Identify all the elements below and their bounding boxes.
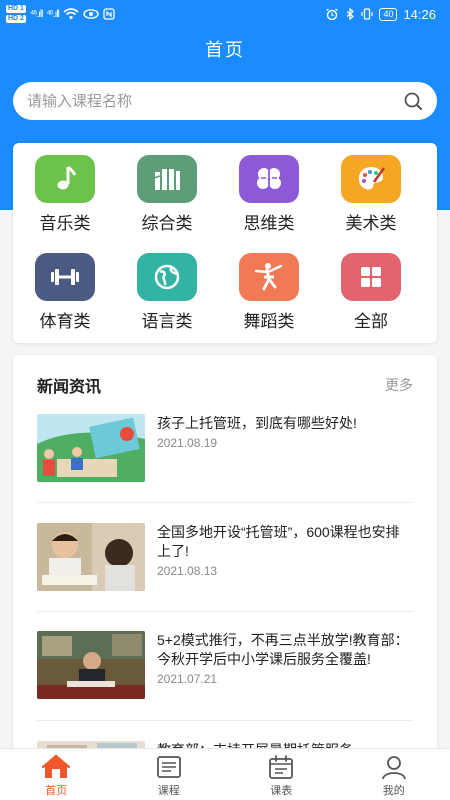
signal-icon: ⁴⁶.ıll — [29, 8, 43, 20]
tab-home[interactable]: 首页 — [0, 749, 113, 800]
globe-icon — [154, 264, 180, 290]
battery-indicator: 40 — [379, 7, 398, 21]
news-title: 5+2模式推行，不再三点半放学!教育部：今秋开学后中小学课后服务全覆盖! — [157, 632, 409, 667]
vibrate-icon — [361, 8, 374, 20]
user-icon — [381, 756, 406, 780]
wifi-icon — [63, 8, 79, 20]
news-heading: 新闻资讯 — [37, 379, 102, 396]
news-date: 2021.07.21 — [157, 672, 218, 686]
category-label: 舞蹈类 — [243, 312, 295, 331]
category-label: 全部 — [354, 312, 388, 331]
tab-label: 我的 — [382, 785, 405, 797]
search-icon[interactable] — [403, 91, 423, 111]
category-language-icon-bg — [137, 253, 197, 301]
category-art-icon-bg — [341, 155, 401, 203]
brain-icon — [257, 168, 281, 190]
news-title: 全国多地开设“托管班”，600课程也安排上了! — [157, 524, 400, 559]
clock: 14:26 — [403, 6, 436, 22]
news-thumbnail-image — [37, 631, 145, 699]
nfc-icon — [103, 8, 115, 20]
music-note-icon — [57, 165, 77, 190]
category-panel: 音乐类 综合类 思维类 美术类 体育类 语言类 舞蹈类 全部 — [13, 143, 437, 343]
category-music[interactable]: 音乐类 — [15, 155, 115, 234]
hd-indicator: HD 1 HD 2 — [6, 4, 26, 24]
hd2-badge: HD 2 — [6, 15, 26, 23]
tab-label: 课表 — [270, 785, 293, 797]
news-date: 2021.08.13 — [157, 564, 218, 578]
news-thumbnail-image — [37, 523, 145, 591]
news-date: 2021.08.19 — [157, 436, 218, 450]
category-label: 音乐类 — [39, 214, 91, 233]
category-label: 综合类 — [141, 214, 193, 233]
category-sports-icon-bg — [35, 253, 95, 301]
search-input[interactable] — [27, 92, 403, 110]
search-bar[interactable] — [13, 82, 437, 120]
news-item[interactable]: 全国多地开设“托管班”，600课程也安排上了! 2021.08.13 — [37, 523, 413, 593]
tab-label: 首页 — [45, 785, 68, 797]
tab-courses[interactable]: 课程 — [113, 749, 226, 800]
bluetooth-icon — [347, 8, 355, 20]
category-general-icon-bg — [137, 155, 197, 203]
dancer-icon — [254, 263, 283, 291]
news-thumbnail-image — [37, 414, 145, 482]
status-bar: HD 1 HD 2 ⁴⁶.ıll ⁴⁶.ıll 40 14:26 — [0, 0, 450, 28]
category-thinking-icon-bg — [239, 155, 299, 203]
category-language[interactable]: 语言类 — [117, 253, 217, 332]
category-all[interactable]: 全部 — [321, 253, 421, 332]
calendar-icon — [269, 755, 294, 779]
category-sports[interactable]: 体育类 — [15, 253, 115, 332]
category-label: 思维类 — [243, 214, 295, 233]
news-more-link[interactable]: 更多 — [385, 375, 413, 395]
divider — [37, 720, 413, 721]
hd1-badge: HD 1 — [6, 5, 26, 13]
news-item[interactable]: 孩子上托管班，到底有哪些好处! 2021.08.19 — [37, 414, 413, 484]
news-item[interactable]: 5+2模式推行，不再三点半放学!教育部：今秋开学后中小学课后服务全覆盖! 202… — [37, 631, 413, 701]
eye-icon — [83, 9, 99, 19]
dumbbell-icon — [51, 269, 79, 285]
grid-icon — [361, 267, 381, 287]
divider — [37, 611, 413, 612]
page-title: 首页 — [205, 40, 245, 60]
palette-icon — [358, 167, 386, 190]
tab-label: 课程 — [157, 785, 180, 797]
category-music-icon-bg — [35, 155, 95, 203]
category-label: 体育类 — [39, 312, 91, 331]
category-dance-icon-bg — [239, 253, 299, 301]
tab-schedule[interactable]: 课表 — [225, 749, 338, 800]
tab-profile[interactable]: 我的 — [338, 749, 450, 800]
category-all-icon-bg — [341, 253, 401, 301]
category-dance[interactable]: 舞蹈类 — [219, 253, 319, 332]
news-thumbnail — [37, 523, 145, 591]
bottom-tab-bar: 首页 课程 课表 我的 — [0, 748, 450, 800]
news-thumbnail — [37, 631, 145, 699]
news-thumbnail — [37, 414, 145, 482]
home-icon — [42, 754, 71, 778]
divider — [37, 502, 413, 503]
books-icon — [153, 169, 180, 190]
category-label: 美术类 — [345, 214, 397, 233]
course-icon — [156, 756, 181, 778]
category-label: 语言类 — [141, 312, 193, 331]
news-section: 新闻资讯 更多 孩子上托管班，到底有哪些好处! 2021.08.19 全国多地开… — [13, 355, 437, 755]
signal-icon: ⁴⁶.ıll — [46, 8, 59, 20]
category-thinking[interactable]: 思维类 — [219, 155, 319, 234]
category-general[interactable]: 综合类 — [117, 155, 217, 234]
category-art[interactable]: 美术类 — [321, 155, 421, 234]
alarm-icon — [326, 8, 339, 20]
news-title: 孩子上托管班，到底有哪些好处! — [157, 415, 357, 431]
